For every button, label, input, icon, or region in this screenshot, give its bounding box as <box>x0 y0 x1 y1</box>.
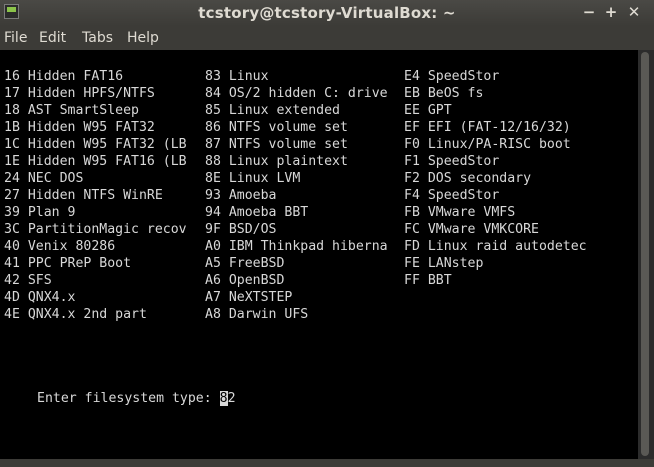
partition-type-entry: 27 Hidden NTFS WinRE <box>4 188 163 203</box>
partition-type-entry: 4D QNX4.x <box>4 290 76 305</box>
cursor: 8 <box>219 391 228 406</box>
partition-type-entry: 4E QNX4.x 2nd part <box>4 307 147 322</box>
close-icon[interactable]: ✕ <box>625 3 643 21</box>
partition-type-entry: FB VMware VMFS <box>404 205 516 220</box>
partition-type-entry: 24 NEC DOS <box>4 171 84 186</box>
partition-type-entry: A7 NeXTSTEP <box>205 290 293 305</box>
scrollbar-thumb[interactable] <box>641 52 649 456</box>
partition-type-entry: 41 PPC PReP Boot <box>4 256 132 271</box>
terminal-output[interactable]: Enter filesystem type: 82 16 Hidden FAT1… <box>0 50 638 459</box>
partition-type-entry: 1E Hidden W95 FAT16 (LB <box>4 154 187 169</box>
partition-type-entry: A8 Darwin UFS <box>205 307 309 322</box>
partition-type-entry: FD Linux raid autodetec <box>404 239 587 254</box>
terminal-scrollbar[interactable] <box>638 50 654 459</box>
partition-type-entry: 8E Linux LVM <box>205 171 301 186</box>
partition-type-entry: 1C Hidden W95 FAT32 (LB <box>4 137 187 152</box>
partition-type-entry: 39 Plan 9 <box>4 205 76 220</box>
partition-type-entry: EE GPT <box>404 103 452 118</box>
partition-type-entry: 3C PartitionMagic recov <box>4 222 187 237</box>
menu-tabs[interactable]: Tabs <box>82 30 113 46</box>
partition-type-entry: F0 Linux/PA-RISC boot <box>404 137 571 152</box>
partition-type-entry: F4 SpeedStor <box>404 188 500 203</box>
maximize-icon[interactable]: + <box>602 3 620 21</box>
partition-type-entry: 17 Hidden HPFS/NTFS <box>4 86 155 101</box>
menu-help[interactable]: Help <box>127 30 159 46</box>
partition-type-entry: 1B Hidden W95 FAT32 <box>4 120 155 135</box>
partition-type-entry: 94 Amoeba BBT <box>205 205 309 220</box>
partition-type-entry: 85 Linux extended <box>205 103 340 118</box>
partition-type-entry: EF EFI (FAT-12/16/32) <box>404 120 571 135</box>
menu-bar: File Edit Tabs Help <box>0 26 654 50</box>
partition-type-entry: 16 Hidden FAT16 <box>4 69 124 84</box>
partition-type-entry: FF BBT <box>404 273 452 288</box>
partition-type-entry: A5 FreeBSD <box>205 256 285 271</box>
menu-file[interactable]: File <box>4 30 27 46</box>
prompt-text: Enter filesystem type: <box>37 391 220 406</box>
partition-type-entry: 93 Amoeba <box>205 188 277 203</box>
partition-type-entry: FC VMware VMKCORE <box>404 222 539 237</box>
partition-type-entry: 18 AST SmartSleep <box>4 103 139 118</box>
window-title: tcstory@tcstory-VirtualBox: ~ <box>198 4 456 22</box>
partition-type-entry: 87 NTFS volume set <box>205 137 348 152</box>
partition-type-entry: FE LANstep <box>404 256 484 271</box>
partition-type-entry: E4 SpeedStor <box>404 69 500 84</box>
input-text: 2 <box>227 391 236 406</box>
partition-type-entry: 42 SFS <box>4 273 52 288</box>
partition-type-entry: A6 OpenBSD <box>205 273 285 288</box>
partition-type-entry: 83 Linux <box>205 69 269 84</box>
title-bar[interactable]: tcstory@tcstory-VirtualBox: ~ − + ✕ <box>0 0 654 26</box>
menu-edit[interactable]: Edit <box>39 30 66 46</box>
partition-type-entry: 40 Venix 80286 <box>4 239 116 254</box>
partition-type-entry: F2 DOS secondary <box>404 171 532 186</box>
partition-type-entry: 86 NTFS volume set <box>205 120 348 135</box>
partition-type-entry: 9F BSD/OS <box>205 222 277 237</box>
minimize-icon[interactable]: − <box>580 3 598 21</box>
partition-type-entry: A0 IBM Thinkpad hiberna <box>205 239 388 254</box>
partition-type-entry: 88 Linux plaintext <box>205 154 348 169</box>
partition-type-entry: F1 SpeedStor <box>404 154 500 169</box>
terminal-window: tcstory@tcstory-VirtualBox: ~ − + ✕ File… <box>0 0 654 467</box>
prompt-line: Enter filesystem type: 82 <box>37 390 236 407</box>
window-bottom-edge <box>0 459 654 467</box>
partition-type-entry: EB BeOS fs <box>404 86 484 101</box>
partition-type-entry: 84 OS/2 hidden C: drive <box>205 86 388 101</box>
